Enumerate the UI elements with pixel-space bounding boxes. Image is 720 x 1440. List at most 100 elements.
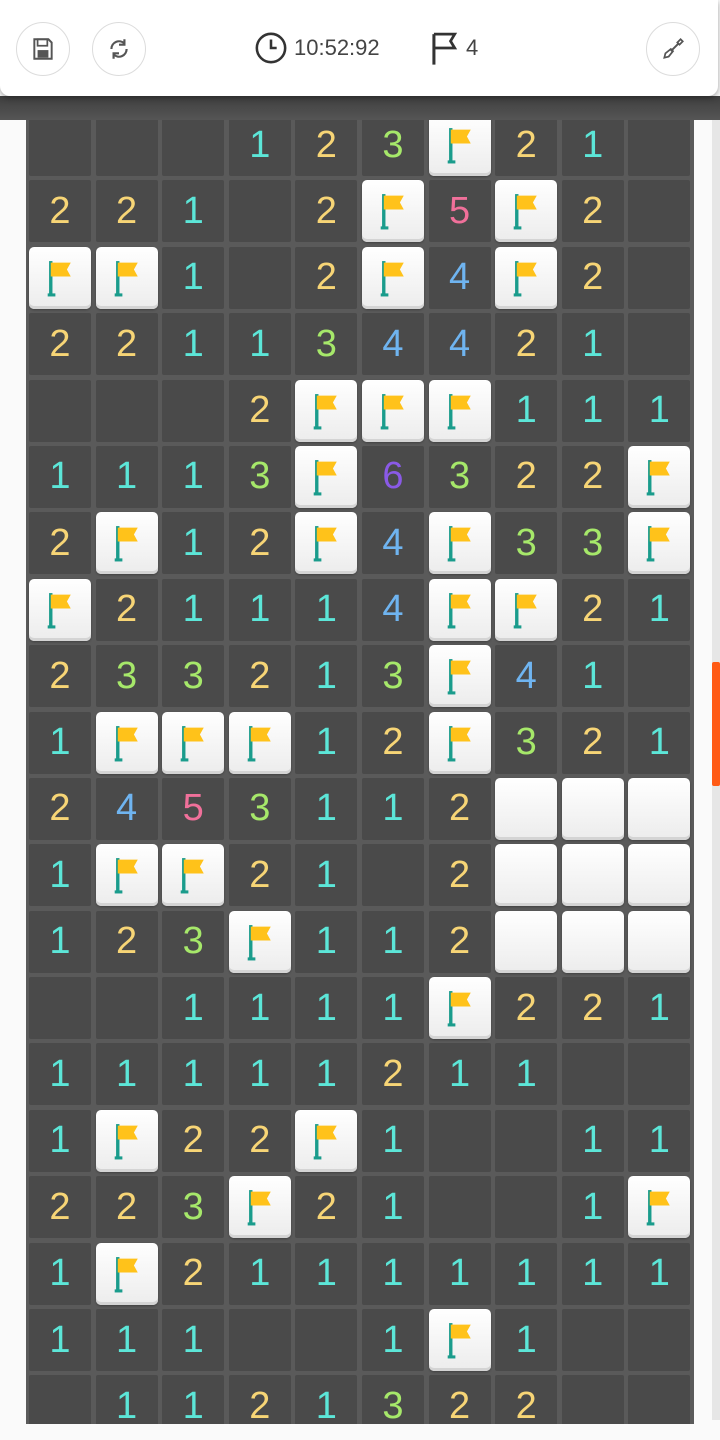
number-cell[interactable]: 1 <box>561 1242 624 1305</box>
empty-cell[interactable] <box>29 977 91 1040</box>
number-cell[interactable]: 2 <box>95 1176 158 1239</box>
flagged-cell[interactable] <box>228 910 291 973</box>
number-cell[interactable]: 3 <box>561 512 624 575</box>
number-cell[interactable]: 1 <box>495 1043 558 1106</box>
number-cell[interactable]: 1 <box>628 578 691 641</box>
number-cell[interactable]: 1 <box>361 777 424 840</box>
flagged-cell[interactable] <box>628 1176 691 1239</box>
empty-cell[interactable] <box>428 1109 491 1172</box>
flagged-cell[interactable] <box>295 1109 358 1172</box>
flagged-cell[interactable] <box>29 578 91 641</box>
number-cell[interactable]: 1 <box>295 1242 358 1305</box>
number-cell[interactable]: 2 <box>162 1242 225 1305</box>
flagged-cell[interactable] <box>495 578 558 641</box>
flagged-cell[interactable] <box>361 379 424 442</box>
number-cell[interactable]: 2 <box>561 445 624 508</box>
number-cell[interactable]: 4 <box>95 777 158 840</box>
empty-cell[interactable] <box>95 379 158 442</box>
unrevealed-cell[interactable] <box>628 844 691 907</box>
empty-cell[interactable] <box>561 1375 624 1424</box>
number-cell[interactable]: 2 <box>361 1043 424 1106</box>
unrevealed-cell[interactable] <box>561 910 624 973</box>
number-cell[interactable]: 3 <box>428 445 491 508</box>
empty-cell[interactable] <box>29 1375 91 1424</box>
empty-cell[interactable] <box>561 1309 624 1372</box>
number-cell[interactable]: 3 <box>162 645 225 708</box>
number-cell[interactable]: 2 <box>561 977 624 1040</box>
number-cell[interactable]: 2 <box>228 379 291 442</box>
number-cell[interactable]: 4 <box>361 313 424 376</box>
number-cell[interactable]: 1 <box>162 445 225 508</box>
flagged-cell[interactable] <box>228 1176 291 1239</box>
empty-cell[interactable] <box>628 114 691 176</box>
flagged-cell[interactable] <box>428 578 491 641</box>
empty-cell[interactable] <box>495 1109 558 1172</box>
number-cell[interactable]: 2 <box>228 512 291 575</box>
number-cell[interactable]: 2 <box>361 711 424 774</box>
dig-tool-button[interactable] <box>646 22 700 76</box>
number-cell[interactable]: 1 <box>361 1309 424 1372</box>
number-cell[interactable]: 1 <box>162 180 225 243</box>
number-cell[interactable]: 1 <box>295 777 358 840</box>
unrevealed-cell[interactable] <box>495 910 558 973</box>
flagged-cell[interactable] <box>228 711 291 774</box>
number-cell[interactable]: 1 <box>428 1242 491 1305</box>
flagged-cell[interactable] <box>162 711 225 774</box>
number-cell[interactable]: 1 <box>162 246 225 309</box>
number-cell[interactable]: 1 <box>295 910 358 973</box>
number-cell[interactable]: 1 <box>628 1109 691 1172</box>
number-cell[interactable]: 1 <box>228 1043 291 1106</box>
number-cell[interactable]: 2 <box>495 114 558 176</box>
number-cell[interactable]: 3 <box>295 313 358 376</box>
empty-cell[interactable] <box>628 645 691 708</box>
empty-cell[interactable] <box>228 1309 291 1372</box>
number-cell[interactable]: 1 <box>29 844 91 907</box>
number-cell[interactable]: 1 <box>295 977 358 1040</box>
flagged-cell[interactable] <box>428 114 491 176</box>
number-cell[interactable]: 1 <box>495 1309 558 1372</box>
number-cell[interactable]: 4 <box>361 512 424 575</box>
flagged-cell[interactable] <box>361 246 424 309</box>
number-cell[interactable]: 2 <box>228 844 291 907</box>
number-cell[interactable]: 2 <box>95 578 158 641</box>
flagged-cell[interactable] <box>428 645 491 708</box>
unrevealed-cell[interactable] <box>628 777 691 840</box>
number-cell[interactable]: 1 <box>29 1043 91 1106</box>
number-cell[interactable]: 1 <box>361 1242 424 1305</box>
number-cell[interactable]: 1 <box>295 578 358 641</box>
number-cell[interactable]: 1 <box>162 1309 225 1372</box>
number-cell[interactable]: 1 <box>628 1242 691 1305</box>
number-cell[interactable]: 1 <box>228 578 291 641</box>
flagged-cell[interactable] <box>295 512 358 575</box>
number-cell[interactable]: 1 <box>561 1109 624 1172</box>
flagged-cell[interactable] <box>162 844 225 907</box>
number-cell[interactable]: 1 <box>361 1176 424 1239</box>
number-cell[interactable]: 1 <box>561 313 624 376</box>
flagged-cell[interactable] <box>95 512 158 575</box>
flagged-cell[interactable] <box>628 445 691 508</box>
number-cell[interactable]: 2 <box>561 711 624 774</box>
number-cell[interactable]: 2 <box>495 1375 558 1424</box>
empty-cell[interactable] <box>628 1375 691 1424</box>
unrevealed-cell[interactable] <box>628 910 691 973</box>
empty-cell[interactable] <box>495 1176 558 1239</box>
number-cell[interactable]: 1 <box>162 1375 225 1424</box>
flagged-cell[interactable] <box>495 246 558 309</box>
unrevealed-cell[interactable] <box>561 777 624 840</box>
number-cell[interactable]: 1 <box>162 977 225 1040</box>
empty-cell[interactable] <box>628 1309 691 1372</box>
number-cell[interactable]: 6 <box>361 445 424 508</box>
number-cell[interactable]: 1 <box>295 711 358 774</box>
flagged-cell[interactable] <box>95 1242 158 1305</box>
number-cell[interactable]: 4 <box>495 645 558 708</box>
number-cell[interactable]: 2 <box>295 1176 358 1239</box>
empty-cell[interactable] <box>428 1176 491 1239</box>
number-cell[interactable]: 1 <box>29 1242 91 1305</box>
number-cell[interactable]: 2 <box>561 246 624 309</box>
number-cell[interactable]: 1 <box>95 1043 158 1106</box>
empty-cell[interactable] <box>95 977 158 1040</box>
unrevealed-cell[interactable] <box>495 777 558 840</box>
flagged-cell[interactable] <box>95 711 158 774</box>
number-cell[interactable]: 4 <box>361 578 424 641</box>
number-cell[interactable]: 3 <box>361 645 424 708</box>
